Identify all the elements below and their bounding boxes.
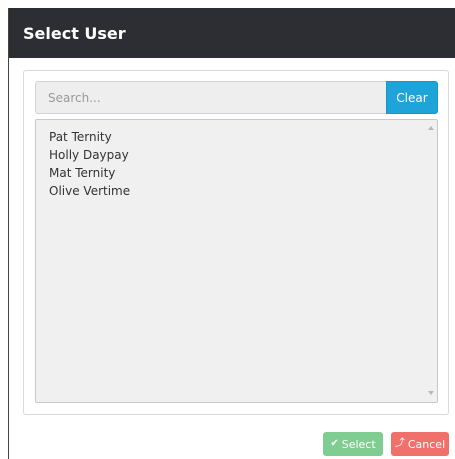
checkmark-icon: ✔ <box>330 438 339 449</box>
list-item[interactable]: Mat Ternity <box>49 164 437 182</box>
search-row: Clear <box>35 81 438 114</box>
search-input[interactable] <box>35 81 386 114</box>
user-list[interactable]: Pat Ternity Holly Daypay Mat Ternity Oli… <box>35 119 438 403</box>
dialog-title: Select User <box>9 8 455 58</box>
clear-button[interactable]: Clear <box>386 81 438 114</box>
cancel-button-label: Cancel <box>407 437 446 451</box>
select-user-dialog: Select User Clear Pat Ternity Holly Dayp… <box>8 8 455 459</box>
list-item[interactable]: Pat Ternity <box>49 128 437 146</box>
select-button[interactable]: ✔ Select <box>323 432 383 456</box>
list-item[interactable]: Olive Vertime <box>49 182 437 200</box>
scroll-down-arrow-icon[interactable] <box>428 391 434 395</box>
cancel-arrow-icon: ⤴ <box>394 438 405 449</box>
list-item[interactable]: Holly Daypay <box>49 146 437 164</box>
user-picker-panel: Clear Pat Ternity Holly Daypay Mat Terni… <box>23 70 449 415</box>
cancel-button[interactable]: ⤴ Cancel <box>391 432 449 456</box>
scroll-up-arrow-icon[interactable] <box>428 126 434 130</box>
select-button-label: Select <box>341 437 376 451</box>
